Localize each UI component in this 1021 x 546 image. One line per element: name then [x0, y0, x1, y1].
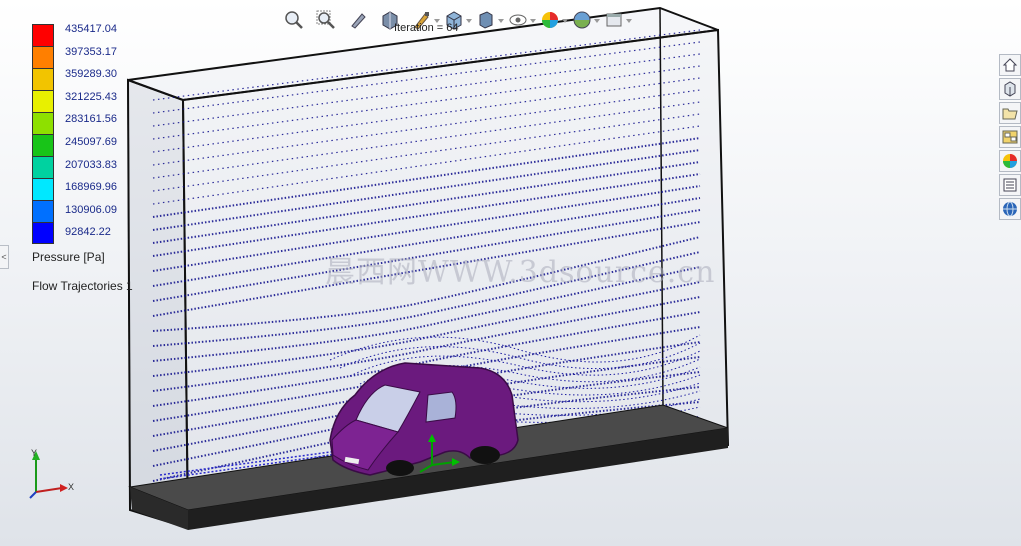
watermark: 晨西网WWW.3dsource.cn	[325, 255, 716, 290]
scene-icon	[573, 11, 591, 29]
domain-left-face	[126, 78, 190, 530]
legend-tick-label: 321225.43	[65, 90, 117, 103]
zoom-to-fit-icon	[285, 11, 303, 29]
apply-scene-button[interactable]	[568, 8, 600, 32]
reference-triad: Y X	[22, 448, 78, 504]
view-palette-icon	[1002, 130, 1018, 144]
display-style-icon	[479, 11, 493, 29]
legend-tick-label: 283161.56	[65, 113, 117, 126]
expand-panel-handle[interactable]: <	[0, 245, 9, 269]
globe-icon	[1003, 201, 1017, 217]
zoom-to-fit-button[interactable]	[280, 8, 308, 32]
view-settings-icon	[606, 13, 622, 27]
car-wheel	[470, 446, 500, 464]
task-pane-tabs	[999, 54, 1021, 220]
display-style-button[interactable]	[472, 8, 504, 32]
legend-color-swatch	[32, 112, 54, 134]
design-library-icon	[1004, 81, 1016, 97]
zoom-to-area-icon	[316, 10, 335, 29]
legend-tick-label: 435417.04	[65, 23, 117, 35]
hide-show-items-button[interactable]	[504, 8, 536, 32]
previous-view-button[interactable]	[344, 8, 372, 32]
triad-x-label: X	[68, 482, 75, 492]
task-pane-appearances-tab[interactable]	[999, 150, 1021, 172]
triad-y-label: Y	[31, 448, 38, 458]
legend-tick-label: 359289.30	[65, 68, 117, 81]
legend-color-swatch	[32, 200, 54, 222]
task-pane-custom-properties-tab[interactable]	[999, 174, 1021, 196]
legend-tick-label: 92842.22	[65, 226, 111, 239]
car-side-window	[425, 391, 457, 423]
legend-title: Pressure [Pa]	[32, 250, 105, 264]
graphics-area[interactable]: Iteration = 64 435417.04 397353.17 359289.…	[0, 0, 1021, 546]
legend-color-swatch	[32, 178, 54, 200]
appearances-icon	[1003, 154, 1017, 168]
legend-color-swatch	[32, 46, 54, 68]
car-wheel	[386, 460, 414, 476]
legend-tick-label: 207033.83	[65, 158, 117, 171]
edit-appearance-button[interactable]	[536, 8, 568, 32]
iteration-label: Iteration = 64	[394, 22, 459, 34]
folder-icon	[1002, 108, 1018, 120]
legend-tick-label: 397353.17	[65, 45, 117, 58]
previous-view-icon	[351, 13, 366, 29]
custom-properties-icon	[1003, 178, 1017, 192]
legend-color-swatch	[32, 134, 54, 156]
zoom-to-area-button[interactable]	[312, 8, 340, 32]
task-pane-design-library-tab[interactable]	[999, 78, 1021, 100]
task-pane-view-palette-tab[interactable]	[999, 126, 1021, 148]
legend-color-swatch	[32, 90, 54, 112]
appearance-icon	[542, 12, 558, 28]
task-pane-file-explorer-tab[interactable]	[999, 102, 1021, 124]
task-pane-home-tab[interactable]	[999, 54, 1021, 76]
pressure-legend[interactable]: 435417.04 397353.17 359289.30 321225.43 2831…	[32, 23, 117, 244]
home-icon	[1002, 58, 1018, 72]
legend-subtitle: Flow Trajectories 1	[32, 279, 133, 293]
task-pane-resources-tab[interactable]	[999, 198, 1021, 220]
hide-show-items-icon	[509, 14, 527, 26]
legend-tick-label: 168969.96	[65, 181, 117, 194]
legend-color-swatch	[32, 68, 54, 90]
legend-color-bar	[32, 24, 54, 244]
legend-tick-label: 245097.69	[65, 136, 117, 148]
view-settings-button[interactable]	[600, 8, 632, 32]
legend-color-swatch	[32, 24, 54, 46]
legend-tick-label: 130906.09	[65, 203, 117, 216]
legend-color-swatch	[32, 156, 54, 178]
legend-color-swatch	[32, 222, 54, 244]
